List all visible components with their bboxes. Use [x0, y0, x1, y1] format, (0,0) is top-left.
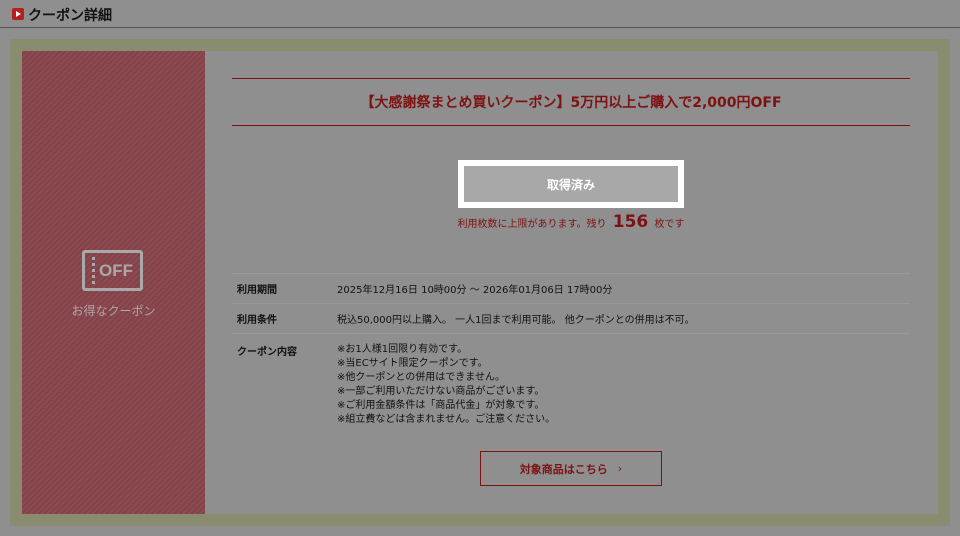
coupon-card: OFF お得なクーポン 【大感謝祭まとめ買いクーポン】5万円以上ご購入で2,00…	[22, 51, 938, 514]
coupon-caption: お得なクーポン	[71, 304, 156, 318]
coupon-badge-panel: OFF お得なクーポン	[22, 51, 205, 514]
conditions-value: 税込50,000円以上購入。 一人1回まで利用可能。 他クーポンとの併用は不可。	[337, 315, 695, 326]
coupon-title: 【大感謝祭まとめ買いクーポン】5万円以上ご購入で2,000円OFF	[360, 95, 782, 111]
acquired-button[interactable]: 取得済み	[458, 160, 684, 208]
target-products-label: 対象商品はこちら	[519, 462, 608, 476]
play-icon	[12, 8, 24, 20]
content-row: クーポン内容 ※お1人様1回限り有効です。 ※当ECサイト限定クーポンです。 ※…	[232, 334, 910, 435]
content-line: ※組立費などは含まれません。ご注意ください。	[337, 414, 556, 425]
content-line: ※一部ご利用いただけない商品がございます。	[337, 386, 545, 397]
coupon-title-block: 【大感謝祭まとめ買いクーポン】5万円以上ご購入で2,000円OFF	[232, 78, 910, 126]
content-line: ※当ECサイト限定クーポンです。	[337, 358, 488, 369]
period-row: 利用期間 2025年12月16日 10時00分 ～ 2026年01月06日 17…	[232, 274, 910, 304]
perforation	[92, 257, 95, 284]
remaining-suffix: 枚です	[654, 219, 685, 230]
content-list: ※お1人様1回限り有効です。 ※当ECサイト限定クーポンです。 ※他クーポンとの…	[337, 343, 910, 427]
remaining-notice: 利用枚数に上限があります。残り 156 枚です	[232, 212, 910, 232]
coupon-off-text: OFF	[99, 261, 133, 280]
content-line: ※お1人様1回限り有効です。	[337, 344, 468, 355]
coupon-details-table: 利用期間 2025年12月16日 10時00分 ～ 2026年01月06日 17…	[232, 273, 910, 435]
content-label: クーポン内容	[237, 347, 297, 358]
remaining-count: 156	[612, 212, 649, 232]
acquired-label: 取得済み	[546, 177, 595, 192]
page-header: クーポン詳細	[0, 0, 960, 28]
remaining-prefix: 利用枚数に上限があります。残り	[457, 219, 607, 230]
target-products-button[interactable]: 対象商品はこちら ›	[480, 451, 662, 486]
conditions-label: 利用条件	[237, 315, 277, 326]
page-title: クーポン詳細	[28, 8, 112, 24]
period-value: 2025年12月16日 10時00分 ～ 2026年01月06日 17時00分	[337, 285, 613, 296]
content-line: ※ご利用金額条件は「商品代金」が対象です。	[337, 400, 545, 411]
content-line: ※他クーポンとの併用はできません。	[337, 372, 505, 383]
conditions-row: 利用条件 税込50,000円以上購入。 一人1回まで利用可能。 他クーポンとの併…	[232, 304, 910, 334]
period-label: 利用期間	[237, 285, 277, 296]
coupon-off-icon: OFF	[82, 250, 143, 291]
chevron-right-icon: ›	[617, 462, 623, 475]
